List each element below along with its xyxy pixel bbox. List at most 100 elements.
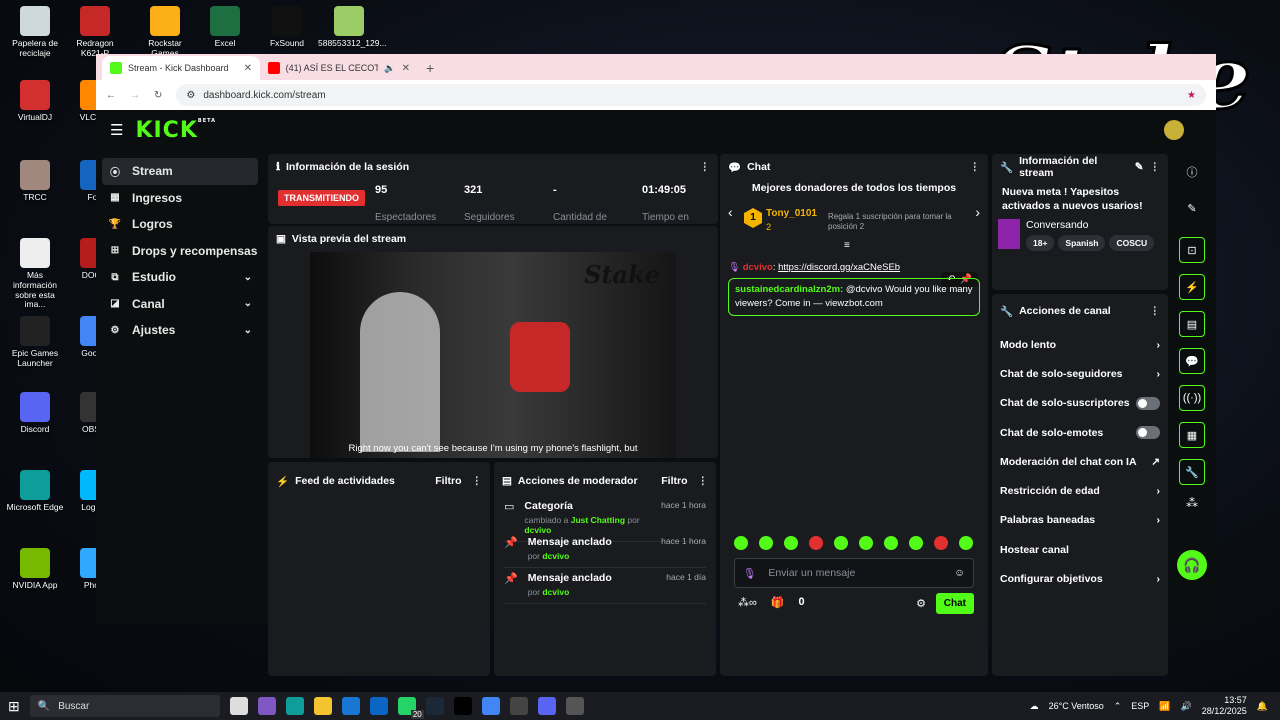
stream-tag[interactable]: 18+ <box>1026 235 1055 252</box>
info-icon[interactable]: ⓘ <box>1172 164 1212 180</box>
document-icon[interactable]: ▤ <box>1179 311 1205 337</box>
desktop-icon[interactable]: Papelera de reciclaje <box>4 6 66 59</box>
desktop-icon[interactable]: FxSound <box>256 6 318 49</box>
emote-icon[interactable] <box>784 536 798 550</box>
chrome-icon[interactable] <box>481 697 500 715</box>
channel-action-item[interactable]: Chat de solo-suscriptores <box>992 389 1168 418</box>
taskbar-search[interactable]: 🔍 Buscar <box>29 695 220 717</box>
points-icon[interactable]: ⁂∞ <box>738 596 757 609</box>
channel-action-item[interactable]: Chat de solo-seguidores › <box>992 359 1168 388</box>
forward-icon[interactable]: → <box>130 90 140 101</box>
gift-icon[interactable]: 🎁 <box>771 596 785 609</box>
more-icon[interactable]: ⋮ <box>472 475 483 487</box>
emote-icon[interactable] <box>834 536 848 550</box>
channel-action-item[interactable]: Chat de solo-emotes <box>992 418 1168 447</box>
store-icon[interactable] <box>341 697 360 715</box>
url-field[interactable]: ⚙ dashboard.kick.com/stream ★ <box>176 84 1206 106</box>
emoji-icon[interactable]: ☺ <box>954 567 965 579</box>
avatar[interactable] <box>1164 120 1184 140</box>
desktop-icon[interactable]: VirtualDJ <box>4 80 66 123</box>
desktop-icon[interactable]: Rockstar Games <box>134 6 196 59</box>
toggle-switch[interactable] <box>1136 396 1160 410</box>
desktop-icon[interactable]: Epic Games Launcher <box>4 316 66 369</box>
steam-icon[interactable] <box>425 697 444 715</box>
close-icon[interactable]: ✕ <box>244 63 252 74</box>
bookmark-star-icon[interactable]: ★ <box>1187 90 1196 101</box>
filter-button[interactable]: Filtro <box>661 475 687 487</box>
more-icon[interactable]: ⋮ <box>1150 305 1161 317</box>
chevron-right-icon[interactable]: › <box>975 204 980 220</box>
task-view-icon[interactable] <box>229 697 248 715</box>
settings-icon[interactable]: ⚙ <box>916 597 926 610</box>
edit-icon[interactable]: ✎ <box>1135 161 1144 173</box>
sidebar-item-drops[interactable]: ⊞ Drops y recompensas <box>102 238 258 265</box>
emote-icon[interactable] <box>859 536 873 550</box>
sidebar-item-canal[interactable]: ◪ Canal ⌄ <box>102 291 258 318</box>
desktop-icon[interactable]: Redragon K621-P <box>64 6 126 59</box>
weather-icon[interactable]: ☁ <box>1030 701 1039 712</box>
desktop-icon[interactable]: Discord <box>4 392 66 435</box>
sidebar-item-ingresos[interactable]: ▦ Ingresos <box>102 185 258 212</box>
sidebar-item-logros[interactable]: 🏆 Logros <box>102 211 258 238</box>
mic-icon[interactable]: 🎙 <box>743 567 756 580</box>
wrench-icon[interactable]: 🔧 <box>1179 459 1205 485</box>
channel-action-item[interactable]: Hostear canal <box>992 535 1168 564</box>
pinned-user[interactable]: dcvivo <box>743 262 773 273</box>
clock[interactable]: 13:57 28/12/2025 <box>1202 695 1247 717</box>
weather-text[interactable]: 26°C Ventoso <box>1049 701 1104 711</box>
wifi-icon[interactable]: 📶 <box>1159 701 1170 712</box>
more-icon[interactable]: ⋮ <box>698 475 709 487</box>
obs-icon[interactable] <box>565 697 584 715</box>
emote-icon[interactable] <box>759 536 773 550</box>
bolt-icon[interactable]: ⚡ <box>1179 274 1205 300</box>
channel-action-item[interactable]: Modo lento › <box>992 330 1168 359</box>
toggle-switch[interactable] <box>1136 426 1160 440</box>
more-icon[interactable]: ⋮ <box>700 161 711 173</box>
desktop-icon[interactable]: Microsoft Edge <box>4 470 66 513</box>
category-thumbnail[interactable] <box>998 219 1020 250</box>
notifications-icon[interactable]: 🔔 <box>1257 701 1268 712</box>
reload-icon[interactable]: ↻ <box>154 90 162 101</box>
discord-icon[interactable] <box>537 697 556 715</box>
desktop-icon[interactable]: 588553312_129... <box>318 6 387 49</box>
emote-icon[interactable] <box>909 536 923 550</box>
menu-icon[interactable]: ☰ <box>110 121 123 139</box>
emote-icon[interactable] <box>934 536 948 550</box>
edge-icon[interactable] <box>285 697 304 715</box>
top-donor-name[interactable]: Tony_0101 <box>766 208 817 219</box>
file-explorer-icon[interactable] <box>313 697 332 715</box>
collapse-icon[interactable]: ≡ <box>844 240 850 251</box>
broadcast-icon[interactable]: ((·)) <box>1179 385 1205 411</box>
tab-youtube[interactable]: (41) ASÍ ES EL CECOT: LA CÁ 🔈 ✕ <box>260 56 418 80</box>
stream-tag[interactable]: COSCU <box>1109 235 1155 252</box>
kick-logo[interactable]: KICKBETA <box>135 118 216 143</box>
chevron-up-icon[interactable]: ⌃ <box>1114 701 1122 712</box>
close-icon[interactable]: ✕ <box>402 63 410 74</box>
capcut-icon[interactable] <box>453 697 472 715</box>
layout-icon[interactable]: ▦ <box>1179 422 1205 448</box>
filter-button[interactable]: Filtro <box>435 475 461 487</box>
stream-tag[interactable]: Spanish <box>1058 235 1106 252</box>
message-user[interactable]: sustainedcardinalzn2m: <box>735 284 843 295</box>
emote-icon[interactable] <box>959 536 973 550</box>
send-chat-button[interactable]: Chat <box>935 593 974 614</box>
channel-action-item[interactable]: Palabras baneadas › <box>992 506 1168 535</box>
apps-icon[interactable]: ⁂ <box>1172 496 1212 510</box>
support-icon[interactable]: 🎧 <box>1177 550 1207 580</box>
video-player[interactable]: Stake Right now you can't see because I'… <box>310 252 676 458</box>
emote-icon[interactable] <box>734 536 748 550</box>
mod-user[interactable]: dcvivo <box>542 587 569 597</box>
sidebar-item-estudio[interactable]: ⧉ Estudio ⌄ <box>102 264 258 291</box>
sidebar-item-ajustes[interactable]: ⚙ Ajustes ⌄ <box>102 317 258 344</box>
emote-icon[interactable] <box>884 536 898 550</box>
focus-icon[interactable]: ⊡ <box>1179 237 1205 263</box>
channel-action-item[interactable]: Restricción de edad › <box>992 476 1168 505</box>
language-indicator[interactable]: ESP <box>1131 701 1149 711</box>
site-info-icon[interactable]: ⚙ <box>186 90 195 101</box>
sidebar-item-stream[interactable]: ⦿ Stream <box>102 158 258 185</box>
desktop-icon[interactable]: Más información sobre esta ima... <box>4 238 66 310</box>
new-tab-icon[interactable]: + <box>418 60 442 80</box>
copilot-icon[interactable] <box>257 697 276 715</box>
channel-action-item[interactable]: Moderación del chat con IA ↗ <box>992 447 1168 476</box>
desktop-icon[interactable]: Excel <box>194 6 256 49</box>
